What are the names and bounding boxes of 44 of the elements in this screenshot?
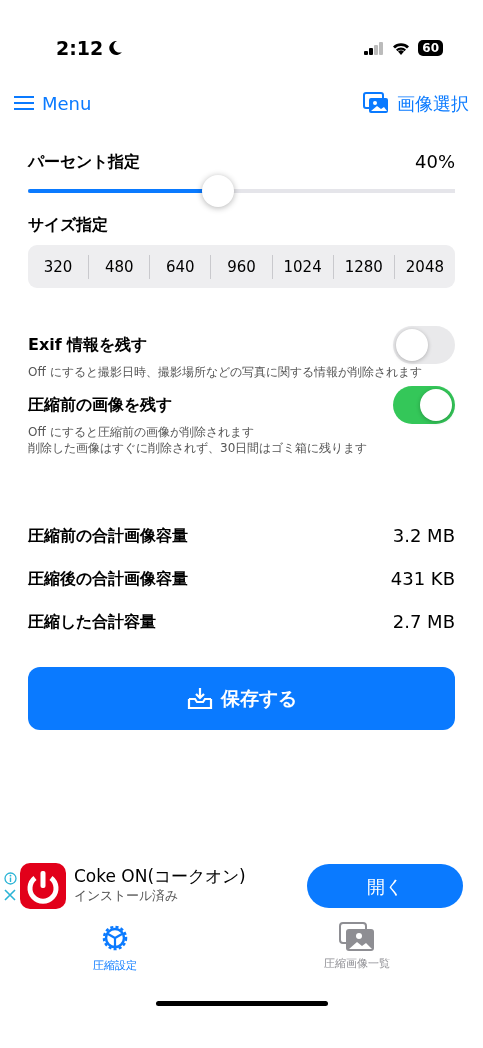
ad-title: Coke ON(コークオン) (74, 866, 247, 887)
images-icon (363, 92, 389, 114)
menu-icon (14, 96, 34, 110)
stat-label: 圧縮前の合計画像容量 (28, 524, 188, 547)
stat-value: 431 KB (390, 567, 455, 591)
battery-indicator: 60 (418, 40, 443, 56)
tab-item[interactable]: 圧縮設定 (0, 922, 231, 975)
toggle-label: Exif 情報を残す (28, 334, 148, 356)
save-button[interactable]: 保存する (28, 667, 455, 730)
size-option[interactable]: 1280 (332, 254, 394, 279)
toggle-switch[interactable] (393, 326, 455, 364)
save-icon (186, 686, 213, 711)
tab-item[interactable]: 圧縮画像一覧 (230, 922, 483, 975)
size-label: サイズ指定 (28, 214, 109, 236)
percent-label: パーセント指定 (28, 150, 140, 173)
images-icon (338, 922, 375, 952)
percent-value: 40% (415, 150, 455, 174)
menu-button[interactable]: Menu (14, 89, 92, 117)
size-option[interactable]: 1024 (271, 254, 333, 279)
toggle-label: 圧縮前の画像を残す (28, 394, 172, 416)
select-images-button[interactable]: 画像選択 (363, 89, 469, 117)
wifi-icon (392, 41, 411, 55)
info-icon[interactable] (3, 871, 17, 885)
size-option[interactable]: 480 (88, 254, 150, 279)
app-logo-icon (20, 863, 66, 909)
ad-subtitle: インストール済み (74, 887, 179, 906)
size-option[interactable]: 320 (28, 254, 89, 279)
close-icon[interactable] (4, 888, 16, 901)
moon-icon (107, 40, 124, 56)
size-option[interactable]: 960 (210, 254, 272, 279)
signal-icon (364, 41, 385, 55)
stat-value: 3.2 MB (392, 524, 455, 548)
clock: 2:12 (56, 35, 104, 61)
open-button[interactable]: 開く (307, 864, 463, 908)
toggle-description: Off にすると撮影日時、撮影場所などの写真に関する情報が削除されます (28, 364, 423, 380)
toggle-description: 削除した画像はすぐに削除されず、30日間はゴミ箱に残ります (28, 440, 369, 456)
stat-label: 圧縮した合計容量 (28, 610, 156, 633)
stat-label: 圧縮後の合計画像容量 (28, 567, 188, 590)
toggle-description: Off にすると圧縮前の画像が削除されます (28, 424, 255, 440)
size-option[interactable]: 640 (149, 254, 211, 279)
size-option[interactable]: 2048 (393, 254, 455, 279)
stat-value: 2.7 MB (392, 610, 455, 634)
slider-thumb[interactable] (202, 175, 234, 207)
toggle-switch[interactable] (393, 386, 455, 424)
